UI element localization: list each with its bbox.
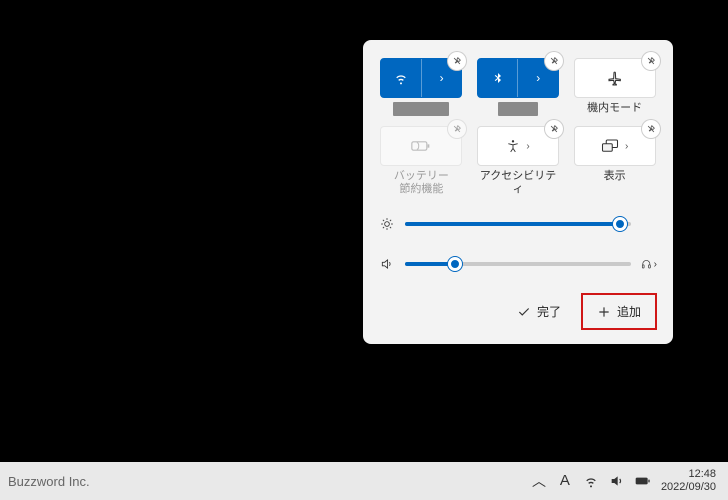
battery-saver-label: バッテリー 節約機能 bbox=[394, 170, 449, 195]
bluetooth-toggle[interactable] bbox=[478, 59, 518, 97]
project-icon bbox=[601, 139, 619, 153]
airplane-icon bbox=[607, 70, 623, 86]
unpin-icon bbox=[452, 124, 462, 134]
chevron-right-icon: › bbox=[536, 71, 540, 85]
tile-accessibility: › アクセシビリティ bbox=[476, 126, 561, 195]
plus-icon bbox=[597, 305, 611, 319]
wifi-label bbox=[393, 102, 449, 116]
tile-airplane: 機内モード bbox=[572, 58, 657, 116]
unpin-airplane[interactable] bbox=[642, 52, 660, 70]
tray-battery[interactable] bbox=[635, 473, 651, 489]
tile-project: › 表示 bbox=[572, 126, 657, 195]
volume-slider[interactable] bbox=[405, 262, 631, 266]
tray-overflow[interactable]: ︿ bbox=[531, 473, 547, 489]
airplane-label: 機内モード bbox=[587, 102, 642, 116]
chevron-right-icon: › bbox=[526, 141, 529, 152]
tile-battery-saver: バッテリー 節約機能 bbox=[379, 126, 464, 195]
bluetooth-label bbox=[498, 102, 538, 116]
tray-wifi[interactable] bbox=[583, 473, 599, 489]
unpin-accessibility[interactable] bbox=[545, 120, 563, 138]
add-label: 追加 bbox=[617, 303, 641, 320]
unpin-project[interactable] bbox=[642, 120, 660, 138]
bluetooth-button[interactable]: › bbox=[477, 58, 559, 98]
wifi-toggle[interactable] bbox=[381, 59, 421, 97]
audio-output-button[interactable]: › bbox=[641, 257, 657, 271]
unpin-wifi[interactable] bbox=[448, 52, 466, 70]
project-button[interactable]: › bbox=[574, 126, 656, 166]
brightness-slider[interactable] bbox=[405, 222, 631, 226]
taskbar-brand: Buzzword Inc. bbox=[8, 474, 90, 489]
chevron-right-icon: › bbox=[440, 71, 444, 85]
brightness-row bbox=[379, 217, 657, 231]
unpin-battery-saver[interactable] bbox=[448, 120, 466, 138]
add-button[interactable]: 追加 bbox=[581, 293, 657, 330]
chevron-right-icon: › bbox=[625, 141, 628, 152]
airplane-button[interactable] bbox=[574, 58, 656, 98]
clock-time: 12:48 bbox=[661, 468, 716, 481]
unpin-icon bbox=[646, 56, 656, 66]
tray-clock[interactable]: 12:48 2022/09/30 bbox=[661, 468, 720, 494]
panel-footer: 完了 追加 bbox=[379, 293, 657, 330]
accessibility-label: アクセシビリティ bbox=[476, 170, 561, 195]
volume-icon bbox=[379, 257, 395, 271]
chevron-right-icon: › bbox=[654, 259, 657, 270]
done-label: 完了 bbox=[537, 303, 561, 320]
ime-indicator[interactable]: A bbox=[557, 473, 573, 489]
volume-icon bbox=[609, 473, 625, 489]
battery-saver-button[interactable] bbox=[380, 126, 462, 166]
unpin-icon bbox=[549, 56, 559, 66]
tray-volume[interactable] bbox=[609, 473, 625, 489]
sliders: › bbox=[379, 217, 657, 271]
system-tray: ︿ A 12:48 2022/09/30 bbox=[531, 468, 720, 494]
unpin-bluetooth[interactable] bbox=[545, 52, 563, 70]
wifi-icon bbox=[393, 70, 409, 86]
done-button[interactable]: 完了 bbox=[505, 295, 573, 328]
tile-bluetooth: › bbox=[476, 58, 561, 116]
quick-settings-grid: › › bbox=[379, 58, 657, 195]
wifi-button[interactable]: › bbox=[380, 58, 462, 98]
project-label: 表示 bbox=[604, 170, 626, 184]
battery-saver-icon bbox=[411, 139, 431, 153]
accessibility-button[interactable]: › bbox=[477, 126, 559, 166]
bluetooth-icon bbox=[492, 70, 504, 86]
taskbar: Buzzword Inc. ︿ A 12:48 2022/09/30 bbox=[0, 462, 728, 500]
battery-icon bbox=[635, 473, 651, 489]
clock-date: 2022/09/30 bbox=[661, 481, 716, 494]
wifi-icon bbox=[583, 473, 599, 489]
accessibility-icon bbox=[506, 139, 520, 153]
unpin-icon bbox=[452, 56, 462, 66]
unpin-icon bbox=[646, 124, 656, 134]
unpin-icon bbox=[549, 124, 559, 134]
tile-wifi: › bbox=[379, 58, 464, 116]
volume-row: › bbox=[379, 257, 657, 271]
headphones-icon bbox=[641, 257, 652, 271]
brightness-icon bbox=[379, 217, 395, 231]
check-icon bbox=[517, 305, 531, 319]
quick-settings-panel: › › bbox=[363, 40, 673, 344]
